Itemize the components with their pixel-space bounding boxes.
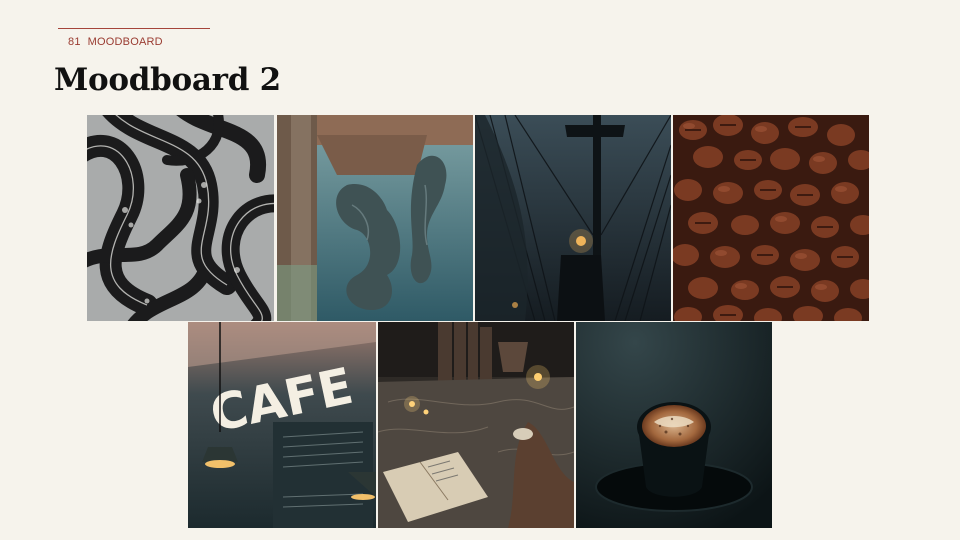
header-rule [58,28,210,29]
moodboard-image-coffee-beans [673,115,869,321]
moodboard-image-latte [576,322,772,528]
moodboard-image-ship-rigging [475,115,671,321]
moodboard-image-seahorse [277,115,473,321]
slide-title: Moodboard 2 [54,62,281,98]
section-name: MOODBOARD [87,36,163,48]
section-label: 81 MOODBOARD [68,36,163,48]
moodboard-image-cafe-sign: CAFE [188,322,376,528]
section-number: 81 [68,36,81,48]
moodboard-image-map-journal [378,322,574,528]
moodboard-image-octopus [87,115,274,321]
